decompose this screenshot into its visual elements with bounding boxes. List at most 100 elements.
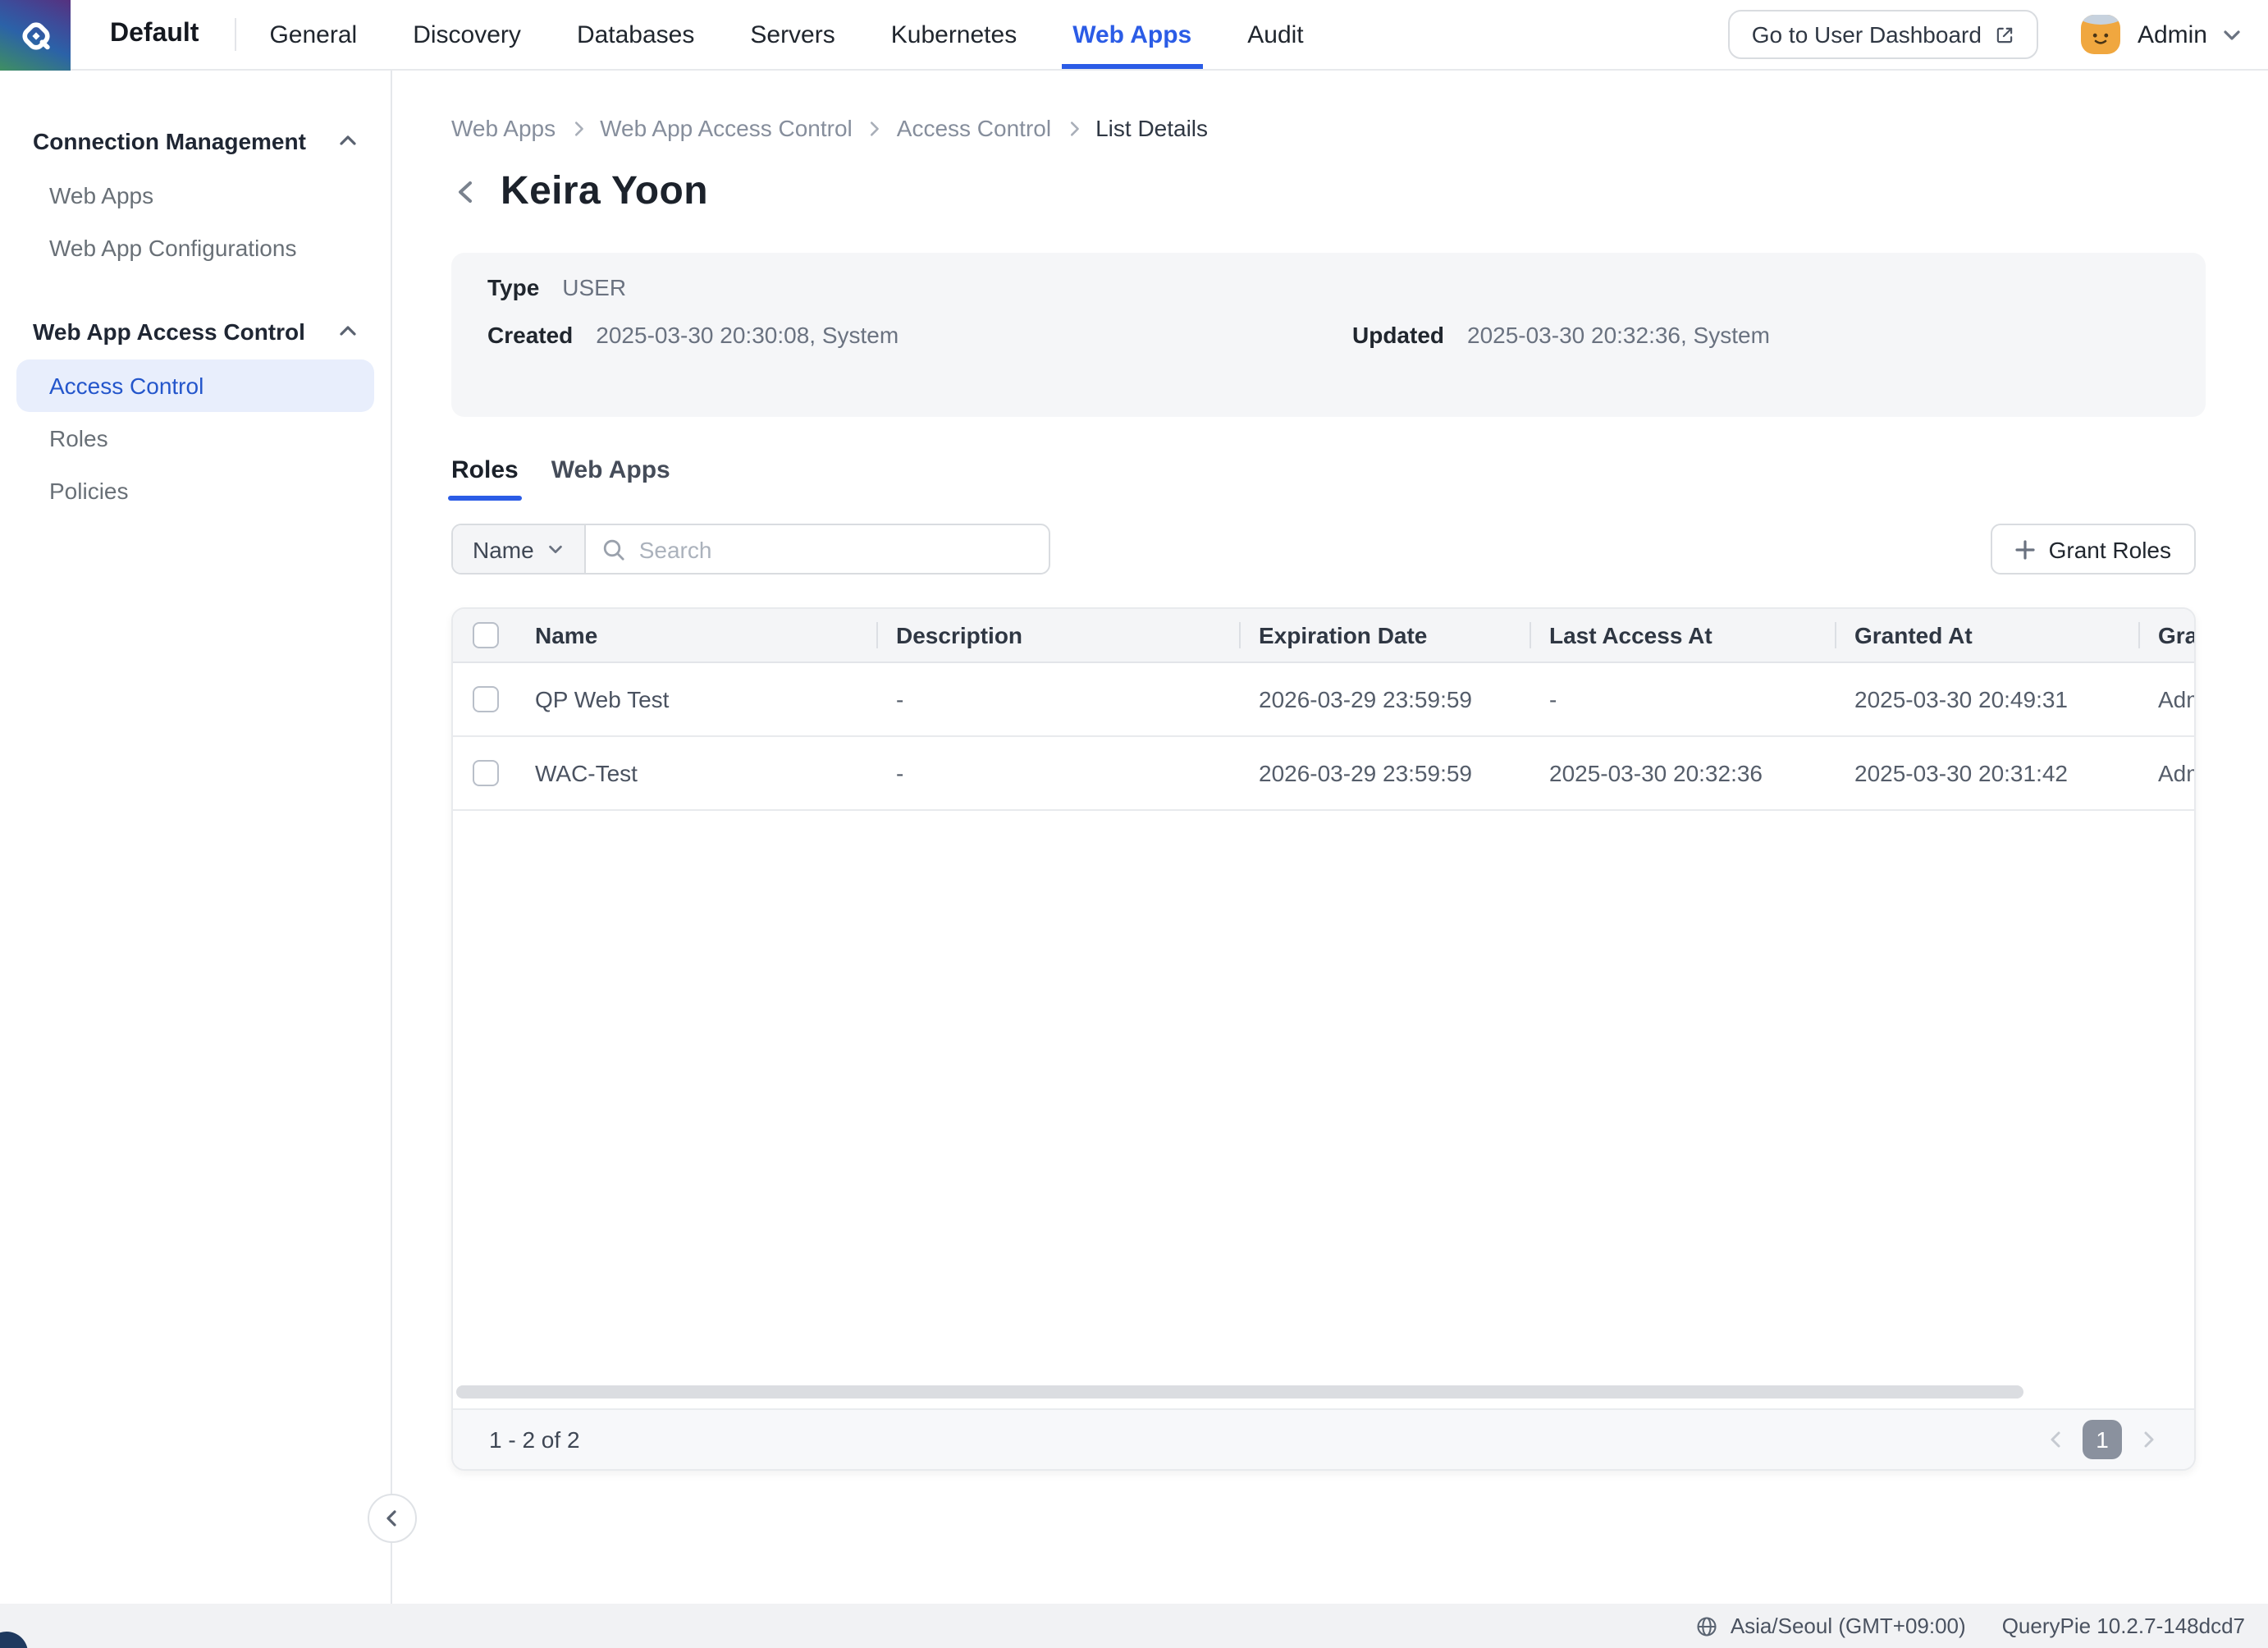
- breadcrumb-list-details: List Details: [1095, 115, 1208, 141]
- breadcrumb-web-app-access-control[interactable]: Web App Access Control: [600, 115, 853, 141]
- sidebar-section-title-connection-management[interactable]: Connection Management: [16, 120, 374, 163]
- chevron-down-icon: [547, 540, 565, 558]
- table-toolbar: Name Gran: [451, 524, 2196, 575]
- cell-expiration-date: 2026-03-29 23:59:59: [1239, 735, 1530, 809]
- pagination: 1: [2046, 1420, 2158, 1459]
- nav-item-discovery[interactable]: Discovery: [413, 0, 521, 69]
- table-empty-space: [453, 810, 2194, 1385]
- sidebar-section-web-app-access-control: Web App Access Control Access Control Ro…: [16, 310, 374, 517]
- timezone: Asia/Seoul (GMT+09:00): [1696, 1614, 1966, 1638]
- breadcrumb-web-apps[interactable]: Web Apps: [451, 115, 556, 141]
- admin-app: Default General Discovery Databases Serv…: [0, 0, 2268, 1648]
- user-avatar[interactable]: [2082, 15, 2121, 54]
- pagination-prev-button[interactable]: [2046, 1430, 2066, 1449]
- external-link-icon: [1995, 24, 2016, 45]
- roles-table-card: Name Description Expiration Date Last Ac…: [451, 607, 2196, 1471]
- sidebar-item-web-app-configurations[interactable]: Web App Configurations: [16, 222, 374, 274]
- chevron-left-icon: [2046, 1430, 2066, 1449]
- nav-item-web-apps[interactable]: Web Apps: [1072, 0, 1191, 69]
- search-box: [587, 525, 1049, 573]
- column-header-granted-by[interactable]: Granted By: [2138, 609, 2194, 661]
- chevron-left-icon: [382, 1508, 402, 1528]
- breadcrumb-access-control[interactable]: Access Control: [897, 115, 1051, 141]
- page-title: Keira Yoon: [501, 169, 708, 215]
- plus-icon: [2016, 539, 2036, 559]
- chevron-right-icon: [866, 119, 884, 137]
- cell-description: -: [876, 661, 1239, 735]
- nav-item-kubernetes[interactable]: Kubernetes: [891, 0, 1017, 69]
- tab-roles[interactable]: Roles: [451, 456, 519, 501]
- chevron-up-icon[interactable]: [338, 322, 358, 341]
- version-label: QueryPie 10.2.7-148dcd7: [2002, 1614, 2245, 1638]
- sidebar-section-title-label: Web App Access Control: [33, 318, 305, 345]
- sidebar-item-policies[interactable]: Policies: [16, 465, 374, 517]
- tab-web-apps[interactable]: Web Apps: [551, 456, 670, 501]
- column-header-expiration-date[interactable]: Expiration Date: [1239, 609, 1530, 661]
- filter-field-select[interactable]: Name: [453, 525, 587, 573]
- topnav-right: Go to User Dashboard Admin: [1729, 0, 2268, 69]
- sidebar-item-roles[interactable]: Roles: [16, 412, 374, 465]
- details-row-dates: Created 2025-03-30 20:30:08, System Upda…: [487, 318, 2170, 351]
- column-header-last-access-at[interactable]: Last Access At: [1530, 609, 1835, 661]
- querypie-logo-icon: [14, 14, 57, 57]
- cell-granted-by: Admin: [2138, 735, 2194, 809]
- cell-name: WAC-Test: [519, 735, 876, 809]
- column-header-granted-at[interactable]: Granted At: [1835, 609, 2138, 661]
- cell-last-access-at: 2025-03-30 20:32:36: [1530, 735, 1835, 809]
- horizontal-scrollbar-thumb[interactable]: [456, 1385, 2023, 1399]
- details-row-type: Type USER: [487, 271, 2170, 304]
- pagination-page-1[interactable]: 1: [2083, 1420, 2122, 1459]
- row-select-cell: [453, 661, 519, 735]
- grant-roles-button[interactable]: Grant Roles: [1991, 524, 2196, 575]
- sidebar-items: Web Apps Web App Configurations: [16, 169, 374, 274]
- table-body: QP Web Test - 2026-03-29 23:59:59 - 2025…: [453, 661, 2194, 809]
- chevron-right-icon: [2138, 1430, 2158, 1449]
- pagination-next-button[interactable]: [2138, 1430, 2158, 1449]
- cell-expiration-date: 2026-03-29 23:59:59: [1239, 661, 1530, 735]
- timezone-label: Asia/Seoul (GMT+09:00): [1731, 1614, 1966, 1638]
- cell-granted-at: 2025-03-30 20:31:42: [1835, 735, 2138, 809]
- table-row[interactable]: QP Web Test - 2026-03-29 23:59:59 - 2025…: [453, 661, 2194, 735]
- nav-item-audit[interactable]: Audit: [1247, 0, 1303, 69]
- avatar-face-icon: [2082, 15, 2121, 54]
- status-bar: Asia/Seoul (GMT+09:00) QueryPie 10.2.7-1…: [0, 1604, 2268, 1648]
- table-scroll-area: Name Description Expiration Date Last Ac…: [453, 609, 2194, 810]
- updated-value: 2025-03-30 20:32:36, System: [1467, 322, 1770, 348]
- go-to-user-dashboard-button[interactable]: Go to User Dashboard: [1729, 10, 2039, 59]
- row-select-cell: [453, 735, 519, 809]
- select-all-checkbox[interactable]: [473, 622, 499, 648]
- chevron-down-icon[interactable]: [2222, 25, 2242, 44]
- nav-item-databases[interactable]: Databases: [577, 0, 694, 69]
- column-header-name[interactable]: Name: [519, 609, 876, 661]
- sidebar-item-web-apps[interactable]: Web Apps: [16, 169, 374, 222]
- row-checkbox[interactable]: [473, 685, 499, 712]
- sidebar: Connection Management Web Apps Web App C…: [0, 71, 392, 1604]
- column-header-description[interactable]: Description: [876, 609, 1239, 661]
- org-name[interactable]: Default: [110, 0, 199, 69]
- top-navbar: Default General Discovery Databases Serv…: [0, 0, 2268, 71]
- updated-group: Updated 2025-03-30 20:32:36, System: [1352, 322, 1770, 348]
- created-group: Created 2025-03-30 20:30:08, System: [487, 322, 1352, 348]
- sidebar-section-title-label: Connection Management: [33, 128, 306, 154]
- chevron-up-icon[interactable]: [338, 131, 358, 151]
- nav-item-general[interactable]: General: [269, 0, 357, 69]
- row-checkbox[interactable]: [473, 759, 499, 785]
- primary-nav: General Discovery Databases Servers Kube…: [269, 0, 1303, 69]
- cell-name: QP Web Test: [519, 661, 876, 735]
- sidebar-section-title-web-app-access-control[interactable]: Web App Access Control: [16, 310, 374, 353]
- cell-last-access-at: -: [1530, 661, 1835, 735]
- user-name[interactable]: Admin: [2138, 21, 2207, 48]
- chevron-right-icon: [569, 119, 587, 137]
- sidebar-item-access-control[interactable]: Access Control: [16, 359, 374, 412]
- querypie-logo[interactable]: [0, 0, 71, 71]
- back-button[interactable]: [451, 177, 481, 207]
- page-body: Connection Management Web Apps Web App C…: [0, 71, 2268, 1604]
- nav-item-servers[interactable]: Servers: [750, 0, 834, 69]
- search-filter-group: Name: [451, 524, 1050, 575]
- search-input[interactable]: [639, 536, 1032, 562]
- collapse-sidebar-button[interactable]: [368, 1494, 417, 1543]
- table-header: Name Description Expiration Date Last Ac…: [453, 609, 2194, 661]
- table-row[interactable]: WAC-Test - 2026-03-29 23:59:59 2025-03-3…: [453, 735, 2194, 809]
- table-footer: 1 - 2 of 2 1: [453, 1408, 2194, 1469]
- cell-description: -: [876, 735, 1239, 809]
